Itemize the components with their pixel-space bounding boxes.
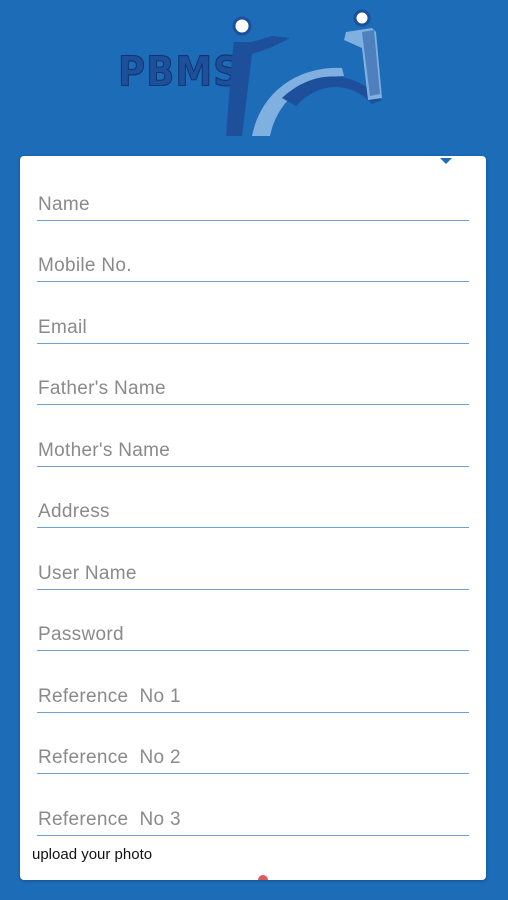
fathers-name-input[interactable] <box>37 378 471 400</box>
reference-3-field <box>37 797 471 836</box>
reference-3-input[interactable] <box>37 809 471 831</box>
reference-1-field <box>37 674 471 713</box>
upload-photo-button[interactable] <box>258 875 268 880</box>
reference-1-input[interactable] <box>37 686 471 708</box>
registration-form: upload your photo <box>20 156 486 880</box>
name-input[interactable] <box>37 194 471 216</box>
reference-2-input[interactable] <box>37 747 471 769</box>
mobile-input[interactable] <box>37 255 471 277</box>
address-field <box>37 489 471 528</box>
mothers-name-field <box>37 428 471 467</box>
password-field <box>37 612 471 651</box>
username-field <box>37 551 471 590</box>
password-input[interactable] <box>37 624 471 646</box>
reference-2-field <box>37 735 471 774</box>
name-field <box>37 182 471 221</box>
mobile-field <box>37 243 471 282</box>
app-logo: PBMS <box>112 8 402 138</box>
fathers-name-field <box>37 366 471 405</box>
mothers-name-input[interactable] <box>37 440 471 462</box>
upload-photo-label[interactable]: upload your photo <box>32 846 152 863</box>
email-input[interactable] <box>37 317 471 339</box>
address-input[interactable] <box>37 501 471 523</box>
logo-figures-icon <box>226 9 382 136</box>
username-input[interactable] <box>37 563 471 585</box>
email-field <box>37 305 471 344</box>
dropdown-caret-icon <box>440 158 452 164</box>
